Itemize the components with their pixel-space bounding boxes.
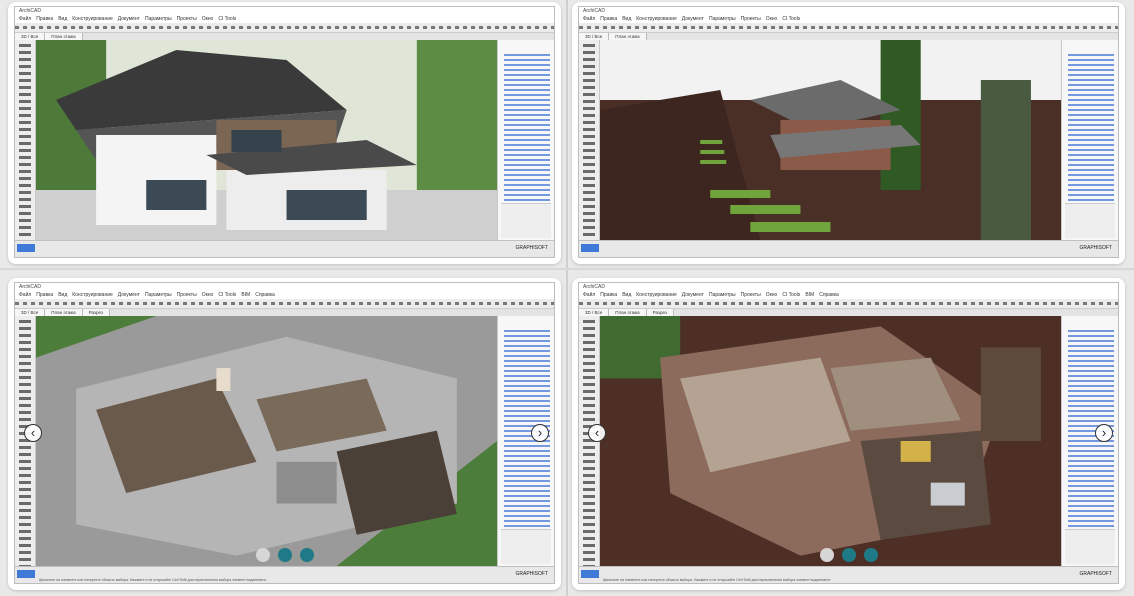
toolbar [15, 299, 554, 309]
navigator-panel [497, 316, 554, 567]
navigator-panel [1061, 316, 1118, 567]
carousel-dot-3[interactable] [863, 548, 878, 562]
carousel-dot-1[interactable] [255, 548, 270, 562]
chevron-left-icon: ‹ [30, 425, 36, 440]
window-title: ArchiCAD [15, 283, 554, 292]
3d-viewport [36, 316, 497, 566]
view-tabs: 3D / Все План этажа [579, 33, 1118, 40]
column-divider [566, 0, 568, 596]
window-title: ArchiCAD [15, 7, 554, 16]
gallery-card-3[interactable]: ArchiCAD Файл Правка Вид Конструирование Док… [8, 278, 561, 590]
next-slide-button[interactable]: › [531, 424, 549, 442]
3d-viewport [600, 40, 1061, 240]
navigator-panel [497, 40, 554, 241]
view-tabs: 3D / Все План этажа [15, 33, 554, 40]
cutaway-render-1 [36, 316, 497, 566]
status-bar: GRAPHISOFT Щелкните на элементе или начер… [15, 566, 554, 583]
status-bar: GRAPHISOFT [579, 240, 1118, 257]
chevron-right-icon: › [537, 425, 543, 440]
carousel-dot-3[interactable] [299, 548, 314, 562]
screenshot-exterior-aerial: ArchiCAD Файл Правка Вид Конструирование Док… [578, 6, 1119, 258]
toolbox [579, 40, 600, 241]
carousel-dots [255, 548, 314, 562]
view-tabs: 3D / Все План этажа Разрез [579, 309, 1118, 316]
gallery-card-2[interactable]: ArchiCAD Файл Правка Вид Конструирование Док… [572, 2, 1125, 264]
status-bar: GRAPHISOFT [15, 240, 554, 257]
toolbar [579, 23, 1118, 33]
status-bar: GRAPHISOFT Щелкните на элементе или начер… [579, 566, 1118, 583]
carousel-dot-2[interactable] [841, 548, 856, 562]
site-render [600, 40, 1061, 240]
carousel-dots [819, 548, 878, 562]
menu-bar: Файл Правка Вид Конструирование Документ Пара… [579, 16, 1118, 23]
menu-bar: Файл Правка Вид Конструирование Документ Пара… [15, 292, 554, 299]
toolbox [15, 40, 36, 241]
screenshot-exterior-front: ArchiCAD Файл Правка Вид Конструирование Док… [14, 6, 555, 258]
prev-slide-button[interactable]: ‹ [24, 424, 42, 442]
toolbar [579, 299, 1118, 309]
cutaway-render-2 [600, 316, 1061, 566]
screenshot-floor-section-1: ArchiCAD Файл Правка Вид Конструирование Док… [14, 282, 555, 584]
carousel-dot-1[interactable] [819, 548, 834, 562]
navigator-panel [1061, 40, 1118, 241]
carousel-dot-2[interactable] [277, 548, 292, 562]
gallery-card-1[interactable]: ArchiCAD Файл Правка Вид Конструирование Док… [8, 2, 561, 264]
row-divider [0, 268, 1134, 270]
house-render [36, 40, 497, 240]
3d-viewport [36, 40, 497, 240]
window-title: ArchiCAD [579, 283, 1118, 292]
view-tabs: 3D / Все План этажа Разрез [15, 309, 554, 316]
gallery-card-4[interactable]: ArchiCAD Файл Правка Вид Конструирование Док… [572, 278, 1125, 590]
next-slide-button[interactable]: › [1095, 424, 1113, 442]
menu-bar: Файл Правка Вид Конструирование Документ Пара… [579, 292, 1118, 299]
prev-slide-button[interactable]: ‹ [588, 424, 606, 442]
3d-viewport [600, 316, 1061, 566]
window-title: ArchiCAD [579, 7, 1118, 16]
chevron-right-icon: › [1101, 425, 1107, 440]
chevron-left-icon: ‹ [594, 425, 600, 440]
menu-bar: Файл Правка Вид Конструирование Документ Пара… [15, 16, 554, 23]
toolbar [15, 23, 554, 33]
screenshot-floor-section-2: ArchiCAD Файл Правка Вид Конструирование Док… [578, 282, 1119, 584]
